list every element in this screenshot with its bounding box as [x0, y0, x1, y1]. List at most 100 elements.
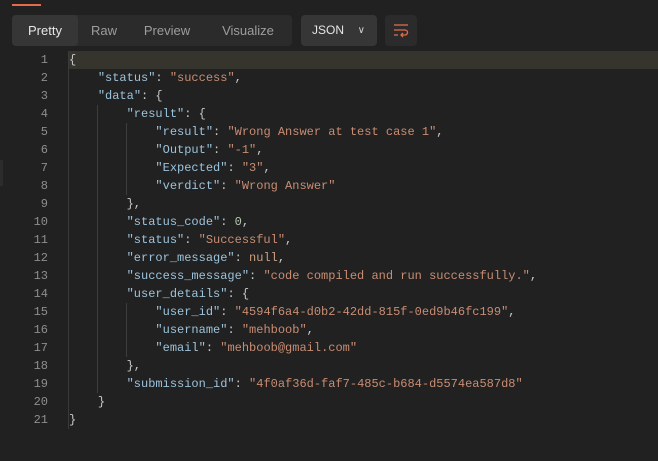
json-key: "status_code" — [126, 215, 221, 229]
line-number: 4 — [40, 107, 48, 121]
code-line: 10 "status_code": 0, — [0, 213, 658, 231]
tab-preview[interactable]: Preview — [130, 15, 204, 46]
code-content: "success_message": "code compiled and ru… — [68, 267, 658, 285]
json-string: "4f0af36d-faf7-485c-b684-d5574ea587d8" — [249, 377, 523, 391]
json-punctuation: : — [213, 125, 228, 139]
indent-guide — [97, 267, 99, 285]
code-content: "status": "Successful", — [68, 231, 658, 249]
json-key: "Expected" — [155, 161, 228, 175]
json-string: "mehboob@gmail.com" — [220, 341, 358, 355]
code-line: 19 "submission_id": "4f0af36d-faf7-485c-… — [0, 375, 658, 393]
indent-guide — [97, 249, 99, 267]
json-key: "Output" — [155, 143, 214, 157]
json-punctuation: , — [436, 125, 444, 139]
json-string: "Wrong Answer" — [234, 179, 336, 193]
json-key: "error_message" — [126, 251, 235, 265]
indent-guide — [126, 159, 128, 177]
code-content: } — [68, 393, 658, 411]
code-line: 8 "verdict": "Wrong Answer" — [0, 177, 658, 195]
code-content: "result": { — [68, 105, 658, 123]
line-number: 14 — [33, 287, 48, 301]
json-punctuation: : — [227, 323, 242, 337]
code-line: 18 }, — [0, 357, 658, 375]
indent-guide — [97, 357, 99, 375]
code-content: { — [68, 51, 658, 69]
line-number: 18 — [33, 359, 48, 373]
line-number: 7 — [40, 161, 48, 175]
json-key: "status" — [97, 71, 156, 85]
code-content: "email": "mehboob@gmail.com" — [68, 339, 658, 357]
code-line: 11 "status": "Successful", — [0, 231, 658, 249]
indent-guide — [126, 339, 128, 357]
line-number: 19 — [33, 377, 48, 391]
response-body-editor[interactable]: 1{2 "status": "success", 3 "data": {4 "re… — [0, 51, 658, 429]
code-line: 4 "result": { — [0, 105, 658, 123]
code-content: "status_code": 0, — [68, 213, 658, 231]
code-content: } — [68, 411, 658, 429]
code-content: "Expected": "3", — [68, 159, 658, 177]
json-punctuation: , — [263, 161, 271, 175]
json-key: "result" — [155, 125, 214, 139]
chevron-down-icon: ∨ — [357, 25, 365, 36]
line-number: 17 — [33, 341, 48, 355]
indent-guide — [97, 339, 99, 357]
indent-guide — [97, 177, 99, 195]
json-punctuation: , — [241, 215, 250, 229]
format-select[interactable]: JSON ∨ — [301, 15, 377, 46]
code-content: "status": "success", — [68, 69, 658, 87]
code-content: }, — [68, 357, 658, 375]
code-line: 12 "error_message": null, — [0, 249, 658, 267]
line-number: 5 — [40, 125, 48, 139]
code-content: "result": "Wrong Answer at test case 1", — [68, 123, 658, 141]
code-line: 20 } — [0, 393, 658, 411]
json-punctuation: : { — [141, 89, 163, 103]
json-punctuation: , — [529, 269, 538, 283]
code-content: "Output": "-1", — [68, 141, 658, 159]
indent-guide — [126, 141, 128, 159]
line-number: 9 — [40, 197, 48, 211]
code-content: "data": { — [68, 87, 658, 105]
code-content: "error_message": null, — [68, 249, 658, 267]
line-number: 15 — [33, 305, 48, 319]
json-string: "-1" — [227, 143, 257, 157]
tab-visualize[interactable]: Visualize — [204, 15, 292, 46]
json-punctuation: : — [220, 305, 235, 319]
indent-guide — [97, 195, 99, 213]
code-content: "user_details": { — [68, 285, 658, 303]
json-null: null — [249, 251, 278, 265]
code-content: "user_id": "4594f6a4-d0b2-42dd-815f-0ed9… — [68, 303, 658, 321]
code-line: 1{ — [0, 51, 658, 69]
indent-guide — [126, 123, 128, 141]
indent-guide — [97, 231, 99, 249]
json-string: "mehboob" — [241, 323, 307, 337]
line-number: 16 — [33, 323, 48, 337]
json-key: "submission_id" — [126, 377, 235, 391]
json-key: "username" — [155, 323, 228, 337]
json-punctuation: : — [155, 71, 170, 85]
wrap-lines-button[interactable] — [385, 15, 417, 46]
code-line: 7 "Expected": "3", — [0, 159, 658, 177]
json-punctuation: } — [97, 395, 106, 409]
indent-guide — [97, 159, 99, 177]
json-string: "3" — [241, 161, 264, 175]
json-punctuation: : — [220, 179, 235, 193]
line-number: 1 — [40, 53, 48, 67]
tab-pretty[interactable]: Pretty — [12, 15, 78, 46]
code-line: 14 "user_details": { — [0, 285, 658, 303]
indent-guide — [126, 177, 128, 195]
wrap-lines-icon — [394, 24, 409, 38]
json-punctuation: , — [234, 71, 242, 85]
indent-guide — [126, 321, 128, 339]
tab-raw[interactable]: Raw — [78, 15, 130, 46]
code-content: "verdict": "Wrong Answer" — [68, 177, 658, 195]
json-punctuation: : { — [184, 107, 206, 121]
json-punctuation: } — [69, 413, 77, 427]
response-view-tabs: Pretty Raw Preview Visualize — [12, 15, 292, 46]
json-punctuation: , — [256, 143, 264, 157]
indent-guide — [97, 123, 99, 141]
json-punctuation: : — [249, 269, 264, 283]
code-content: "submission_id": "4f0af36d-faf7-485c-b68… — [68, 375, 658, 393]
line-number: 8 — [40, 179, 48, 193]
json-punctuation: , — [285, 233, 293, 247]
line-number: 2 — [40, 71, 48, 85]
